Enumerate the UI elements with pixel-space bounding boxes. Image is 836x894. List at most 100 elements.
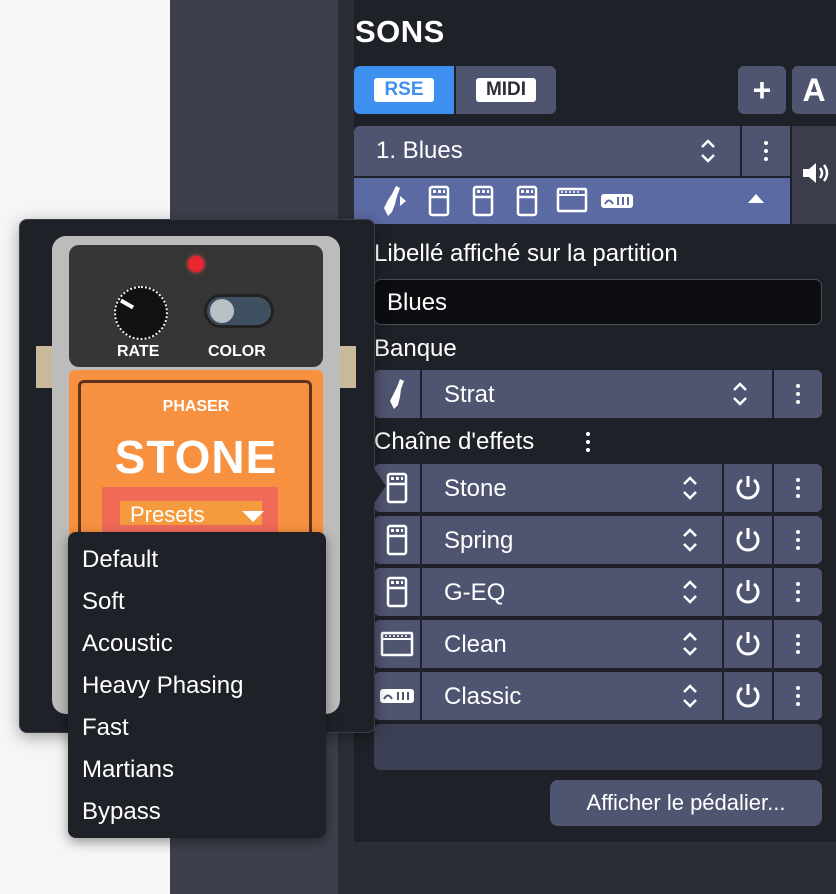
amp-icon bbox=[556, 187, 588, 213]
preset-item[interactable]: Fast bbox=[82, 714, 129, 742]
effect-menu-button[interactable] bbox=[774, 568, 822, 616]
pedal-led bbox=[188, 256, 204, 272]
power-icon bbox=[736, 528, 760, 552]
tab-midi[interactable]: MIDI bbox=[456, 66, 556, 114]
pedal-name: STONE bbox=[114, 431, 278, 483]
effect-power-button[interactable] bbox=[724, 568, 772, 616]
bank-heading: Banque bbox=[374, 335, 457, 362]
effect-select[interactable]: Spring bbox=[422, 516, 722, 564]
rate-label: RATE bbox=[117, 343, 160, 360]
effect-icon-cell bbox=[374, 672, 420, 720]
partition-label-field[interactable]: Blues bbox=[374, 279, 822, 325]
more-vertical-icon bbox=[796, 530, 800, 550]
pedal-icon bbox=[386, 576, 408, 608]
pedal-icon bbox=[386, 524, 408, 556]
effect-name: Spring bbox=[444, 527, 514, 554]
pedal-icon bbox=[516, 185, 538, 217]
auto-button[interactable]: A bbox=[792, 66, 836, 114]
effect-select[interactable]: Stone bbox=[422, 464, 722, 512]
updown-chevron-icon bbox=[683, 684, 697, 708]
effects-chain-bar[interactable] bbox=[354, 178, 790, 224]
volume-button[interactable] bbox=[792, 126, 836, 224]
preset-item[interactable]: Bypass bbox=[82, 798, 161, 826]
effects-heading: Chaîne d'effets bbox=[374, 428, 535, 455]
effects-menu-button[interactable] bbox=[586, 432, 590, 452]
presets-menu: Default Soft Acoustic Heavy Phasing Fast… bbox=[68, 532, 326, 838]
more-vertical-icon bbox=[796, 384, 800, 404]
add-effect-slot[interactable] bbox=[374, 724, 822, 770]
add-sound-button[interactable]: + bbox=[738, 66, 786, 114]
tab-rse[interactable]: RSE bbox=[354, 66, 454, 114]
auto-icon: A bbox=[802, 71, 826, 108]
effect-icon-cell bbox=[374, 568, 420, 616]
color-toggle[interactable] bbox=[204, 294, 274, 328]
preset-item[interactable]: Default bbox=[82, 546, 158, 574]
effect-power-button[interactable] bbox=[724, 672, 772, 720]
effect-select[interactable]: Classic bbox=[422, 672, 722, 720]
bank-menu-button[interactable] bbox=[774, 370, 822, 418]
speaker-icon bbox=[803, 163, 829, 183]
effect-power-button[interactable] bbox=[724, 620, 772, 668]
more-vertical-icon bbox=[796, 686, 800, 706]
pedal-jack-right bbox=[340, 346, 356, 388]
track-selector[interactable]: 1. Blues bbox=[354, 126, 740, 176]
pedal-type-label: PHASER bbox=[162, 398, 230, 415]
effect-menu-button[interactable] bbox=[774, 464, 822, 512]
updown-chevron-icon bbox=[683, 580, 697, 604]
preset-item[interactable]: Heavy Phasing bbox=[82, 672, 243, 700]
effect-name: G-EQ bbox=[444, 579, 506, 606]
power-icon bbox=[736, 632, 760, 656]
popover-arrow bbox=[372, 466, 386, 506]
guitar-icon bbox=[384, 186, 406, 216]
effect-menu-button[interactable] bbox=[774, 516, 822, 564]
preset-item[interactable]: Soft bbox=[82, 588, 125, 616]
effect-name: Stone bbox=[444, 475, 507, 502]
effect-menu-button[interactable] bbox=[774, 672, 822, 720]
more-vertical-icon bbox=[764, 141, 768, 161]
bank-select[interactable]: Strat bbox=[422, 370, 772, 418]
effect-select[interactable]: G-EQ bbox=[422, 568, 722, 616]
effect-icon-cell bbox=[374, 620, 420, 668]
guitar-icon bbox=[390, 379, 404, 409]
pedal-icon bbox=[472, 185, 494, 217]
track-name: 1. Blues bbox=[376, 137, 463, 164]
updown-chevron-icon bbox=[683, 632, 697, 656]
effect-name: Classic bbox=[444, 683, 522, 710]
updown-chevron-icon bbox=[683, 528, 697, 552]
bank-icon-cell bbox=[374, 370, 420, 418]
updown-chevron-icon bbox=[733, 382, 747, 406]
rack-icon bbox=[380, 689, 414, 703]
caret-down-icon bbox=[242, 511, 264, 522]
color-label: COLOR bbox=[208, 343, 266, 360]
power-icon bbox=[736, 684, 760, 708]
more-vertical-icon bbox=[796, 634, 800, 654]
preset-item[interactable]: Acoustic bbox=[82, 630, 173, 658]
updown-chevron-icon bbox=[683, 476, 697, 500]
toggle-knob bbox=[210, 299, 234, 323]
track-menu-button[interactable] bbox=[742, 126, 790, 176]
label-section-heading: Libellé affiché sur la partition bbox=[374, 240, 678, 267]
effect-power-button[interactable] bbox=[724, 516, 772, 564]
preset-item[interactable]: Martians bbox=[82, 756, 174, 784]
panel-title: SONS bbox=[355, 14, 445, 49]
plus-icon: + bbox=[752, 71, 772, 108]
rack-icon bbox=[601, 194, 633, 208]
partition-label-value: Blues bbox=[387, 289, 448, 316]
pedal-icon bbox=[428, 185, 450, 217]
pedal-jack-left bbox=[36, 346, 52, 388]
effect-select[interactable]: Clean bbox=[422, 620, 722, 668]
rate-knob[interactable] bbox=[114, 286, 168, 340]
knob-indicator bbox=[119, 298, 135, 310]
effect-power-button[interactable] bbox=[724, 464, 772, 512]
updown-chevron-icon bbox=[701, 139, 715, 163]
effect-menu-button[interactable] bbox=[774, 620, 822, 668]
show-pedalboard-button[interactable]: Afficher le pédalier... bbox=[550, 780, 822, 826]
presets-label: Presets bbox=[130, 502, 205, 527]
collapse-caret-icon[interactable] bbox=[748, 194, 764, 203]
pedal-icon bbox=[386, 472, 408, 504]
effect-name: Clean bbox=[444, 631, 507, 658]
more-vertical-icon bbox=[586, 432, 590, 452]
amp-icon bbox=[380, 631, 414, 657]
more-vertical-icon bbox=[796, 478, 800, 498]
tab-midi-label: MIDI bbox=[475, 78, 537, 102]
